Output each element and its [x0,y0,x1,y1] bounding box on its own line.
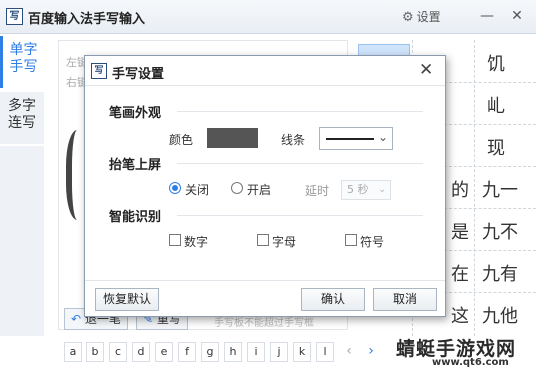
color-label: 颜色 [169,133,194,147]
letter-key[interactable]: i [247,342,265,362]
section-divider [177,111,423,112]
delay-label: 延时 [305,184,330,198]
symbol-checkbox[interactable] [345,234,357,246]
letter-label: 字母 [272,235,297,249]
color-swatch[interactable] [207,128,258,148]
candidate-cell[interactable]: 九不 [470,218,530,244]
candidate-cell[interactable]: 饥 [466,50,526,76]
chevron-down-icon: ⌄ [378,130,389,144]
cancel-button[interactable]: 取消 [373,288,437,311]
title-bar: 写 百度输入法手写输入 ⚙ 设置 — ✕ [0,0,536,34]
dialog-title: 手写设置 [112,67,165,82]
line-style-sample [326,138,374,140]
chevron-down-icon: ⌄ [378,184,387,195]
letter-key[interactable]: h [224,342,242,362]
digit-label: 数字 [184,235,209,249]
lift-on-radio[interactable] [231,182,243,194]
tab-multi-char-line2: 连写 [8,115,36,131]
tab-single-char-line2: 手写 [9,59,38,75]
lift-section-title: 抬笔上屏 [109,158,162,173]
delay-value: 5 秒 [347,183,369,196]
lift-off-label: 关闭 [185,183,210,197]
next-page-icon[interactable]: › [362,342,380,362]
settings-label: 设置 [416,10,441,24]
letter-key[interactable]: a [64,342,82,362]
letter-key[interactable]: c [109,342,127,362]
letter-checkbox[interactable] [257,234,269,246]
handwriting-settings-dialog: 写 手写设置 ✕ 笔画外观 颜色 线条 ⌄ 抬笔上屏 关闭 开启 延时 5 秒 … [84,55,446,317]
footer-divider [85,280,445,281]
line-style-select[interactable]: ⌄ [319,127,393,150]
close-button[interactable]: ✕ [508,6,526,26]
candidate-cell[interactable]: 乢 [466,92,526,118]
lift-off-radio[interactable] [169,182,181,194]
smart-section-title: 智能识别 [109,210,162,225]
minimize-button[interactable]: — [478,6,496,26]
tab-multi-char[interactable]: 多字 连写 [0,92,44,144]
letter-key[interactable]: e [155,342,173,362]
candidate-cell[interactable]: 现 [466,134,526,160]
reset-default-button[interactable]: 恢复默认 [95,288,159,311]
tab-multi-char-line1: 多字 [8,98,36,114]
ok-button[interactable]: 确认 [301,288,365,311]
letter-key[interactable]: f [178,342,196,362]
letter-key[interactable]: b [86,342,104,362]
gear-icon: ⚙ [402,10,414,25]
letter-key[interactable]: g [201,342,219,362]
prev-page-icon[interactable]: ‹ [340,342,358,362]
tab-single-char-line1: 单字 [9,42,38,58]
delay-select[interactable]: 5 秒 ⌄ [341,180,391,200]
letter-key[interactable]: d [132,342,150,362]
undo-icon: ↶ [71,312,82,326]
letter-key[interactable]: k [293,342,311,362]
section-divider [177,163,423,164]
window-title: 百度输入法手写输入 [28,12,146,27]
candidate-cell[interactable]: 九有 [470,260,530,286]
lift-on-label: 开启 [247,183,272,197]
settings-button[interactable]: ⚙ 设置 [402,8,441,25]
watermark-url: www.qt6.com [432,357,509,368]
stroke-section-title: 笔画外观 [109,106,162,121]
dialog-app-icon: 写 [91,63,107,79]
app-icon: 写 [6,8,23,25]
tab-single-char[interactable]: 单字 手写 [0,36,44,88]
digit-checkbox[interactable] [169,234,181,246]
dialog-close-icon[interactable]: ✕ [419,60,433,80]
letter-key[interactable]: j [270,342,288,362]
dialog-header: 写 手写设置 ✕ [85,56,445,86]
section-divider [177,215,423,216]
letter-key[interactable]: l [316,342,334,362]
candidate-cell[interactable]: 九他 [470,302,530,328]
candidate-cell[interactable]: 九一 [470,176,530,202]
symbol-label: 符号 [360,235,385,249]
line-label: 线条 [281,133,306,147]
tab-panel-background [0,146,44,336]
